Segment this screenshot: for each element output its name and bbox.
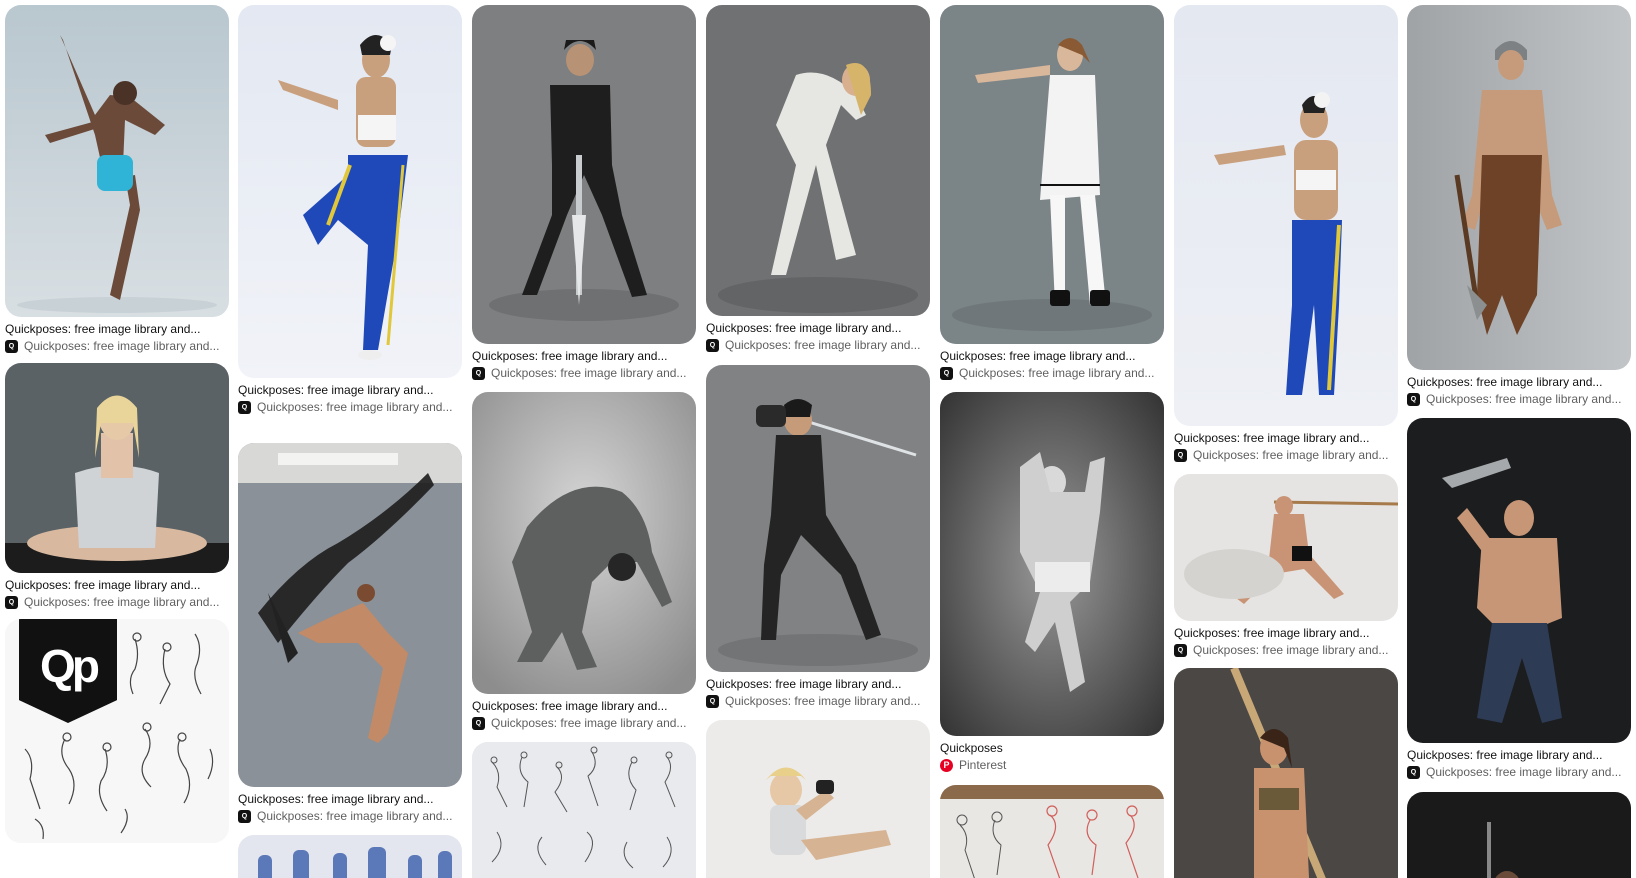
pin-source[interactable]: Q Quickposes: free image library and...	[940, 365, 1164, 381]
pin-image[interactable]	[940, 5, 1164, 344]
pin-grid: Quickposes: free image library and... Q …	[0, 0, 1636, 878]
pin-source[interactable]: Q Quickposes: free image library and...	[706, 693, 930, 709]
pin-image[interactable]	[1174, 668, 1398, 878]
quickposes-logo-icon: Q	[238, 400, 251, 414]
quickposes-logo-icon: Q	[1407, 765, 1420, 779]
pin-source[interactable]: Q Quickposes: free image library and...	[1174, 447, 1398, 463]
pin-title[interactable]: Quickposes: free image library and...	[472, 698, 692, 714]
pin-card[interactable]	[706, 720, 930, 878]
quickposes-logo-icon: Q	[5, 339, 18, 353]
pin-card[interactable]: Quickposes P Pinterest	[940, 392, 1164, 773]
pin-title[interactable]: Quickposes: free image library and...	[5, 577, 225, 593]
pin-source-name: Quickposes: free image library and...	[725, 694, 921, 708]
pin-title[interactable]: Quickposes: free image library and...	[5, 321, 225, 337]
quickposes-logo-icon: Q	[5, 595, 18, 609]
quickposes-logo-icon: Q	[940, 366, 953, 380]
pin-image[interactable]	[706, 720, 930, 878]
pin-source-name: Quickposes: free image library and...	[1426, 392, 1622, 406]
quickposes-logo-icon: Q	[238, 809, 251, 823]
pin-title[interactable]: Quickposes: free image library and...	[706, 320, 926, 336]
pin-source-name: Quickposes: free image library and...	[491, 716, 687, 730]
pin-image[interactable]	[472, 742, 696, 878]
pin-image[interactable]	[5, 5, 229, 317]
pin-title[interactable]: Quickposes: free image library and...	[706, 676, 926, 692]
pin-image[interactable]	[1407, 5, 1631, 370]
pin-source-name: Quickposes: free image library and...	[959, 366, 1155, 380]
pin-source[interactable]: P Pinterest	[940, 757, 1164, 773]
pin-source-name: Quickposes: free image library and...	[257, 809, 453, 823]
pin-image[interactable]	[238, 835, 462, 878]
quickposes-logo-icon: Q	[472, 366, 485, 380]
quickposes-logo-icon: Q	[706, 338, 719, 352]
pin-source[interactable]: Q Quickposes: free image library and...	[238, 808, 462, 824]
pin-image[interactable]	[472, 392, 696, 694]
pin-source[interactable]: Q Quickposes: free image library and...	[1174, 642, 1398, 658]
pin-title[interactable]: Quickposes: free image library and...	[1174, 625, 1394, 641]
pin-card[interactable]: Quickposes: free image library and... Q …	[238, 443, 462, 824]
pin-card[interactable]	[1407, 792, 1631, 878]
pin-image[interactable]	[1407, 418, 1631, 743]
quickposes-logo-icon: Q	[1174, 643, 1187, 657]
pin-card[interactable]: Quickposes: free image library and... Q …	[238, 5, 462, 415]
pin-source-name: Quickposes: free image library and...	[1426, 765, 1622, 779]
pin-image[interactable]	[706, 365, 930, 672]
pin-image[interactable]	[472, 5, 696, 344]
pin-source-name: Quickposes: free image library and...	[1193, 643, 1389, 657]
pin-card[interactable]: Quickposes: free image library and... Q …	[1407, 418, 1631, 780]
quickposes-logo-icon: Q	[472, 716, 485, 730]
pin-card[interactable]: Quickposes: free image library and... Q …	[1174, 5, 1398, 463]
pin-image[interactable]	[1174, 474, 1398, 621]
pin-card[interactable]: Quickposes: free image library and... Q …	[706, 5, 930, 353]
pin-source-name: Quickposes: free image library and...	[725, 338, 921, 352]
pin-title[interactable]: Quickposes	[940, 740, 1160, 756]
pin-source[interactable]: Q Quickposes: free image library and...	[706, 337, 930, 353]
pin-image[interactable]	[238, 443, 462, 787]
pin-card[interactable]: Quickposes: free image library and... Q …	[706, 365, 930, 709]
pinterest-logo-icon: P	[940, 758, 953, 772]
pin-card[interactable]: Quickposes: free image library and... Q …	[1174, 474, 1398, 658]
pin-title[interactable]: Quickposes: free image library and...	[472, 348, 692, 364]
pin-image[interactable]	[706, 5, 930, 316]
pin-card[interactable]: Quickposes: free image library and... Q …	[1407, 5, 1631, 407]
pin-card[interactable]: Quickposes: free image library and... Q …	[472, 5, 696, 381]
pin-image[interactable]	[940, 392, 1164, 736]
pin-source[interactable]: Q Quickposes: free image library and...	[1407, 764, 1631, 780]
pin-source[interactable]: Q Quickposes: free image library and...	[238, 399, 462, 415]
pin-image[interactable]	[238, 5, 462, 378]
pin-source[interactable]: Q Quickposes: free image library and...	[472, 715, 696, 731]
pin-title[interactable]: Quickposes: free image library and...	[1174, 430, 1394, 446]
pin-source[interactable]: Q Quickposes: free image library and...	[472, 365, 696, 381]
pin-card[interactable]: Qp	[5, 619, 229, 843]
pin-title[interactable]: Quickposes: free image library and...	[238, 382, 458, 398]
pin-card[interactable]	[940, 785, 1164, 878]
pin-card[interactable]: Quickposes: free image library and... Q …	[472, 392, 696, 731]
pin-source-name: Quickposes: free image library and...	[257, 400, 453, 414]
pin-source-name: Quickposes: free image library and...	[24, 595, 220, 609]
pin-title[interactable]: Quickposes: free image library and...	[1407, 747, 1627, 763]
pin-image[interactable]	[940, 785, 1164, 878]
pin-source-name: Quickposes: free image library and...	[1193, 448, 1389, 462]
pin-source-name: Quickposes: free image library and...	[491, 366, 687, 380]
pin-card[interactable]	[472, 742, 696, 878]
quickposes-logo-icon: Q	[706, 694, 719, 708]
pin-source[interactable]: Q Quickposes: free image library and...	[5, 594, 229, 610]
pin-image[interactable]	[1407, 792, 1631, 878]
pin-image[interactable]	[1174, 5, 1398, 426]
pin-source[interactable]: Q Quickposes: free image library and...	[1407, 391, 1631, 407]
quickposes-logo-icon: Q	[1174, 448, 1187, 462]
quickposes-logo-icon: Q	[1407, 392, 1420, 406]
pin-card[interactable]: Quickposes: free image library and... Q …	[940, 5, 1164, 381]
pin-title[interactable]: Quickposes: free image library and...	[1407, 374, 1627, 390]
pin-card[interactable]	[238, 835, 462, 878]
pin-card[interactable]	[1174, 668, 1398, 878]
pin-source-name: Pinterest	[959, 758, 1007, 772]
pin-title[interactable]: Quickposes: free image library and...	[940, 348, 1160, 364]
pin-image[interactable]: Qp	[5, 619, 229, 843]
pin-image[interactable]	[5, 363, 229, 573]
pin-source[interactable]: Q Quickposes: free image library and...	[5, 338, 229, 354]
pin-title[interactable]: Quickposes: free image library and...	[238, 791, 458, 807]
pin-card[interactable]: Quickposes: free image library and... Q …	[5, 363, 229, 610]
pin-source-name: Quickposes: free image library and...	[24, 339, 220, 353]
pin-card[interactable]: Quickposes: free image library and... Q …	[5, 5, 229, 354]
